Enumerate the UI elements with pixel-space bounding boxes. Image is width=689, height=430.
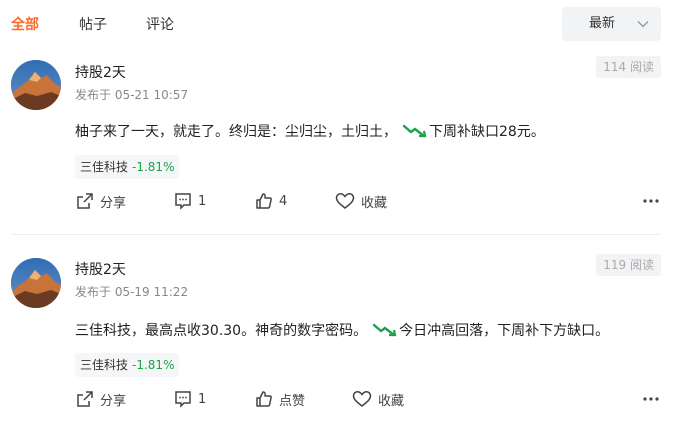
chevron-down-icon <box>637 7 649 41</box>
tab-bar: 全部 帖子 评论 最新 <box>0 0 689 46</box>
heart-icon <box>335 193 355 209</box>
share-icon <box>77 193 93 209</box>
favorite-button[interactable]: 收藏 <box>335 189 387 213</box>
stock-name: 三佳科技 <box>80 358 129 372</box>
heart-icon <box>352 391 372 407</box>
comment-icon <box>175 193 191 210</box>
post-text-part: 三佳科技，最高点收30.30。神奇的数字密码。 <box>75 323 368 339</box>
post-divider <box>11 234 661 235</box>
stock-tag[interactable]: 三佳科技 -1.81% <box>75 353 180 377</box>
thumbs-up-icon <box>256 193 272 209</box>
stock-change: -1.81% <box>132 160 175 174</box>
favorite-button[interactable]: 收藏 <box>352 387 404 411</box>
favorite-label: 收藏 <box>361 195 388 211</box>
view-count-badge: 114 阅读 <box>596 56 661 78</box>
falling-trend-icon <box>402 124 427 138</box>
share-button[interactable]: 分享 <box>76 189 126 213</box>
stock-name: 三佳科技 <box>80 160 129 174</box>
stock-change: -1.81% <box>132 358 175 372</box>
like-label: 点赞 <box>279 393 306 409</box>
comment-count: 1 <box>198 193 207 209</box>
publish-time: 发布于 05-19 11:22 <box>75 285 189 299</box>
publish-time: 发布于 05-21 10:57 <box>75 88 189 102</box>
avatar[interactable] <box>11 258 61 308</box>
tab-comments[interactable]: 评论 <box>146 14 174 34</box>
view-count-badge: 119 阅读 <box>596 254 661 276</box>
comment-button[interactable]: 1 <box>174 387 206 411</box>
sort-selected-label: 最新 <box>589 16 616 31</box>
post-actions: 分享 1 点赞 收藏 <box>0 387 689 411</box>
post-text-part: 今日冲高回落，下周补下方缺口。 <box>399 323 610 339</box>
comment-count: 1 <box>198 391 207 407</box>
comment-button[interactable]: 1 <box>174 189 206 213</box>
post-body[interactable]: 三佳科技，最高点收30.30。神奇的数字密码。 今日冲高回落，下周补下方缺口。 <box>75 320 609 340</box>
sort-dropdown[interactable]: 最新 <box>562 7 661 41</box>
favorite-label: 收藏 <box>378 393 405 409</box>
post-text-part: 下周补缺口28元。 <box>429 124 545 140</box>
share-button[interactable]: 分享 <box>76 387 126 411</box>
more-options-icon[interactable] <box>643 189 659 213</box>
thumbs-up-icon <box>256 391 272 407</box>
post-text-part: 柚子来了一天，就走了。终归是：尘归尘，土归土， <box>75 124 397 140</box>
stock-tag[interactable]: 三佳科技 -1.81% <box>75 155 180 179</box>
share-label: 分享 <box>100 195 127 211</box>
avatar[interactable] <box>11 60 61 110</box>
like-button[interactable]: 点赞 <box>255 387 305 411</box>
author-name[interactable]: 持股2天 <box>75 62 126 82</box>
more-options-icon[interactable] <box>643 387 659 411</box>
share-label: 分享 <box>100 393 127 409</box>
post-body[interactable]: 柚子来了一天，就走了。终归是：尘归尘，土归土， 下周补缺口28元。 <box>75 121 545 141</box>
tab-all[interactable]: 全部 <box>11 14 39 34</box>
tab-posts[interactable]: 帖子 <box>79 14 107 34</box>
falling-trend-icon <box>372 323 397 337</box>
comment-icon <box>175 391 191 408</box>
author-name[interactable]: 持股2天 <box>75 259 126 279</box>
like-button[interactable]: 4 <box>255 189 287 213</box>
share-icon <box>77 391 93 407</box>
post-actions: 分享 1 4 收藏 <box>0 189 689 213</box>
like-count: 4 <box>279 193 288 209</box>
